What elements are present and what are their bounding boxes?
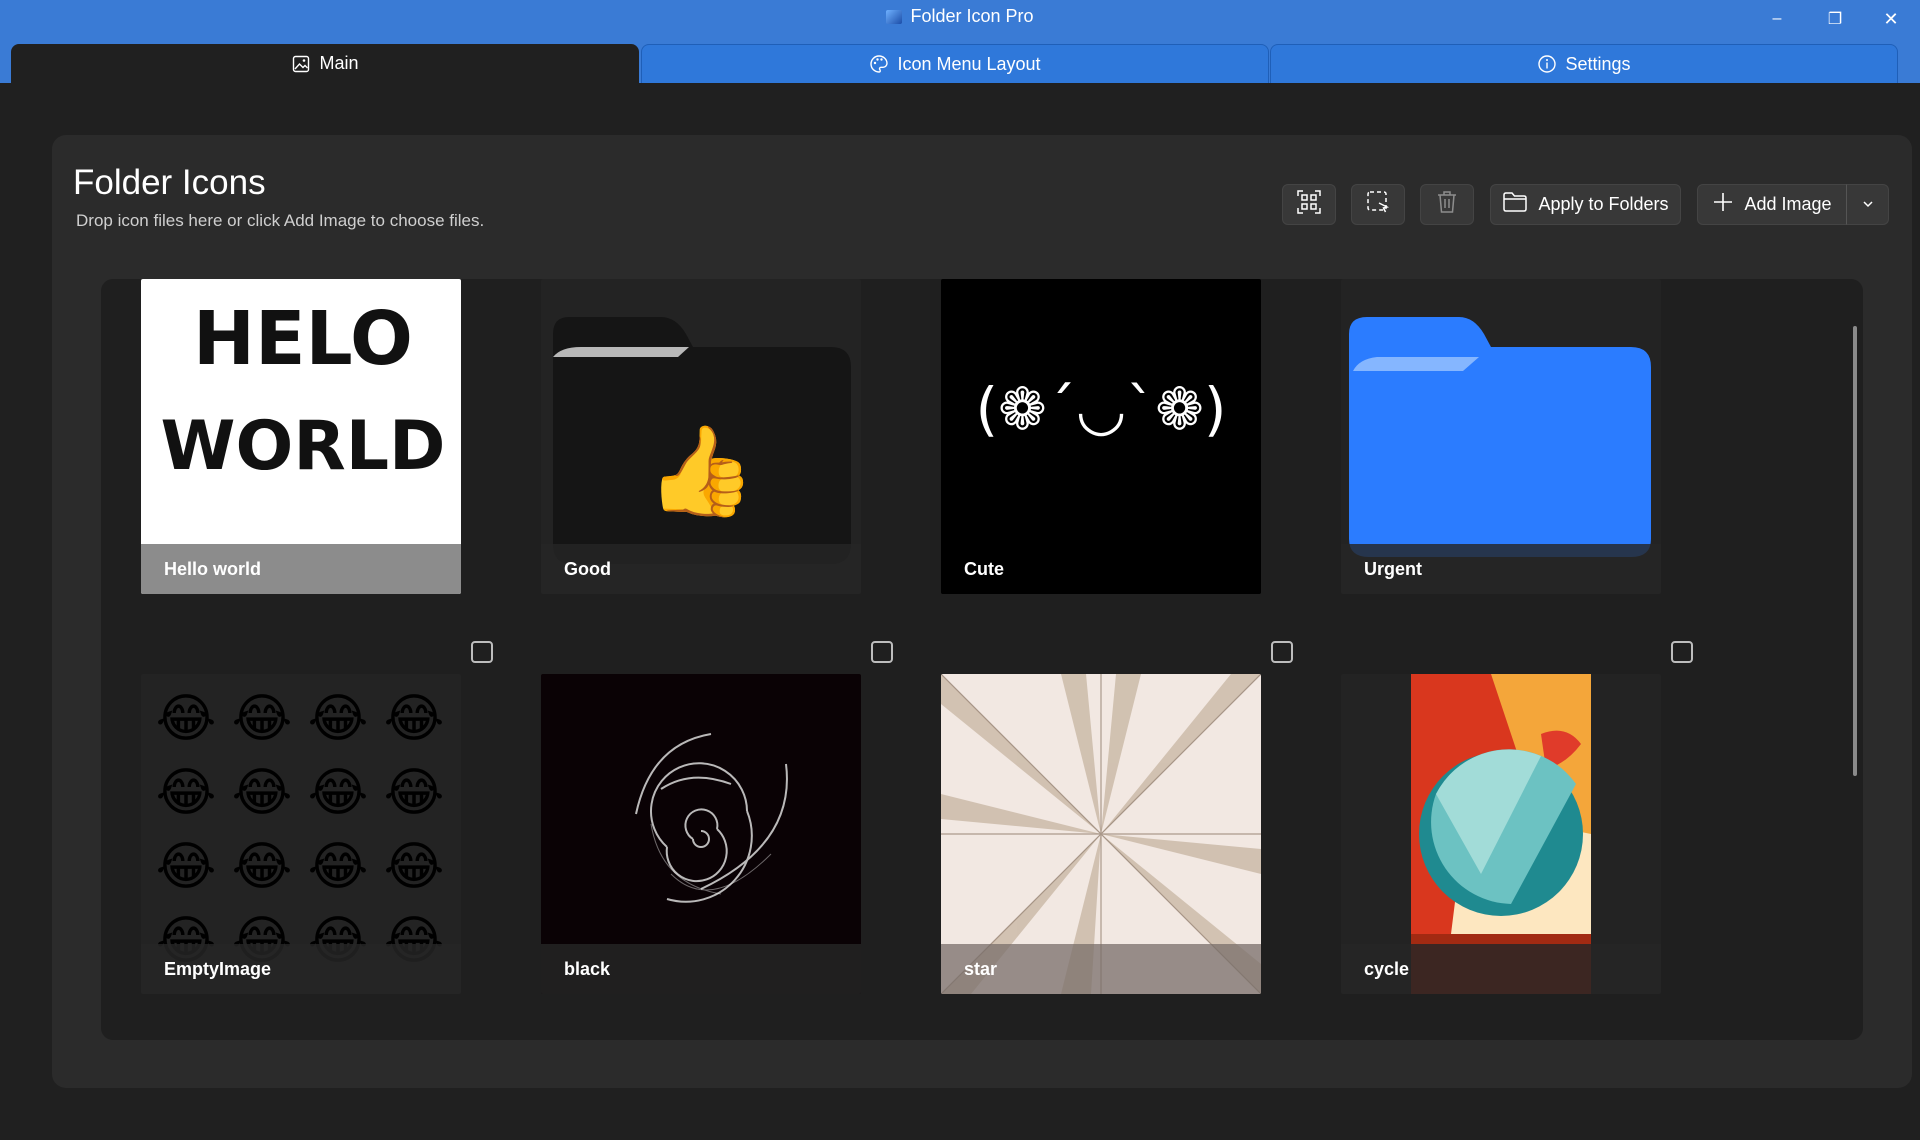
- laughing-emoji-icon: 😂: [232, 764, 293, 822]
- select-all-button[interactable]: [1282, 184, 1336, 225]
- icon-grid: HELO WORLD Hello world 👍 Good (❁´◡`❁) Cu…: [101, 279, 1863, 1040]
- palette-icon: [869, 54, 889, 74]
- icon-name: cycle: [1341, 944, 1661, 994]
- icon-name: Cute: [941, 544, 1261, 594]
- select-checkbox[interactable]: [471, 641, 493, 663]
- page-title: Folder Icons: [73, 163, 266, 202]
- grid-scrollbar[interactable]: [1853, 326, 1857, 776]
- app-logo-icon: [886, 10, 903, 24]
- tab-settings[interactable]: Settings: [1270, 44, 1898, 83]
- page-subtitle: Drop icon files here or click Add Image …: [76, 211, 485, 230]
- selection-lasso-icon: [1365, 189, 1391, 220]
- icon-name: star: [941, 944, 1261, 994]
- laughing-emoji-icon: 😂: [384, 838, 445, 896]
- close-button[interactable]: ✕: [1866, 0, 1916, 38]
- info-icon: [1537, 54, 1557, 74]
- select-checkbox[interactable]: [871, 641, 893, 663]
- trash-icon: [1435, 189, 1459, 220]
- select-lasso-button[interactable]: [1351, 184, 1405, 225]
- laughing-emoji-icon: 😂: [308, 690, 369, 748]
- svg-text:HELO: HELO: [193, 296, 413, 382]
- icon-name: Hello world: [141, 544, 461, 594]
- laughing-emoji-icon: 😂: [156, 764, 217, 822]
- apply-to-folders-button[interactable]: Apply to Folders: [1490, 184, 1681, 225]
- svg-text:👍: 👍: [646, 421, 756, 521]
- window-title: Folder Icon Pro: [0, 6, 1920, 27]
- svg-text:WORLD: WORLD: [161, 407, 446, 486]
- icon-tile[interactable]: 😂 😂 😂 😂 😂 😂 😂 😂 😂 😂 😂 😂 😂 😂 😂 😂 EmptyImage: [141, 674, 461, 994]
- laughing-emoji-icon: 😂: [232, 690, 293, 748]
- icon-name: EmptyImage: [141, 944, 461, 994]
- chevron-down-icon: [1861, 196, 1875, 214]
- laughing-emoji-icon: 😂: [308, 764, 369, 822]
- maximize-button[interactable]: ❐: [1810, 0, 1860, 38]
- icon-tile[interactable]: 👍 Good: [541, 279, 861, 594]
- icon-tile[interactable]: cycle: [1341, 674, 1661, 994]
- laughing-emoji-icon: 😂: [308, 838, 369, 896]
- plus-icon: [1712, 191, 1734, 218]
- minimize-button[interactable]: –: [1752, 0, 1802, 38]
- folder-icon: [1502, 191, 1528, 218]
- add-image-dropdown-button[interactable]: [1846, 184, 1889, 225]
- image-icon: [291, 54, 311, 74]
- icon-tile[interactable]: HELO WORLD Hello world: [141, 279, 461, 594]
- icon-name: Good: [541, 544, 861, 594]
- tab-icon-menu-layout[interactable]: Icon Menu Layout: [641, 44, 1269, 83]
- laughing-emoji-icon: 😂: [156, 838, 217, 896]
- select-checkbox[interactable]: [1271, 641, 1293, 663]
- svg-text:(❁´◡`❁): (❁´◡`❁): [975, 375, 1226, 443]
- icon-tile[interactable]: (❁´◡`❁) Cute: [941, 279, 1261, 594]
- select-all-icon: [1296, 189, 1322, 220]
- laughing-emoji-icon: 😂: [384, 764, 445, 822]
- laughing-emoji-icon: 😂: [156, 690, 217, 748]
- delete-button[interactable]: [1420, 184, 1474, 225]
- add-image-button[interactable]: Add Image: [1697, 184, 1847, 225]
- icon-name: Urgent: [1341, 544, 1661, 594]
- select-checkbox[interactable]: [1671, 641, 1693, 663]
- icon-tile[interactable]: Urgent: [1341, 279, 1661, 594]
- icon-tile[interactable]: star: [941, 674, 1261, 994]
- icon-name: black: [541, 944, 861, 994]
- laughing-emoji-icon: 😂: [232, 838, 293, 896]
- tab-main[interactable]: Main: [11, 44, 639, 83]
- icon-tile[interactable]: black: [541, 674, 861, 994]
- laughing-emoji-icon: 😂: [384, 690, 445, 748]
